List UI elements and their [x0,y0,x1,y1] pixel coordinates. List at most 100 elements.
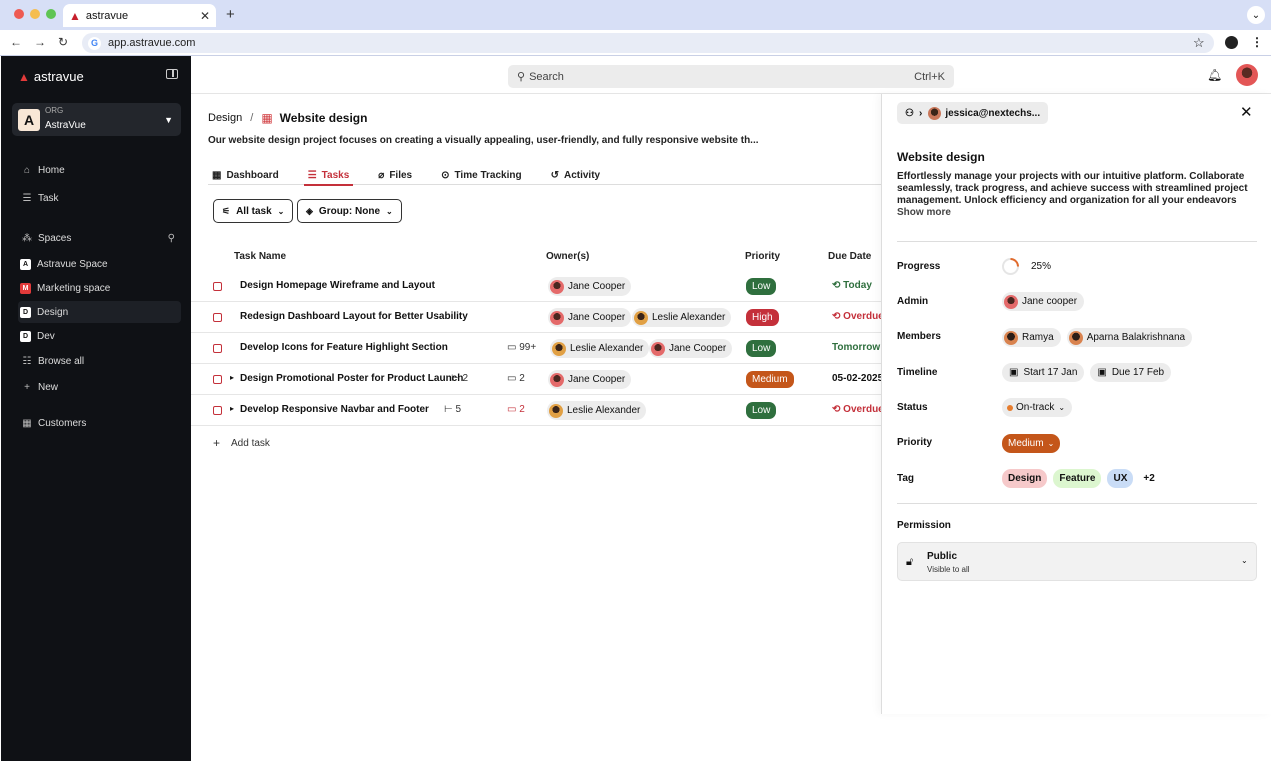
browser-tab[interactable]: ▲ astravue ✕ [63,4,216,27]
task-name[interactable]: Develop Icons for Feature Highlight Sect… [240,342,448,353]
sidebar-item-design[interactable]: D Design [18,301,181,323]
plus-icon: + [24,381,30,393]
admin-chip[interactable]: Jane cooper [1002,292,1085,311]
status-dropdown[interactable]: On-track ⌄ [1002,398,1073,417]
due-text: 05-02-2025 [832,373,884,384]
timeline-start-chip[interactable]: ▣ Start 17 Jan [1002,363,1085,382]
tag-ux[interactable]: UX [1107,469,1134,488]
priority-dropdown[interactable]: Medium ⌄ [1002,434,1061,453]
permission-dropdown[interactable]: 🔓︎ Public Visible to all ⌄ [897,542,1257,581]
sidebar-item-browse-all[interactable]: ☷ Browse all [18,350,181,372]
tags-more[interactable]: +2 [1143,473,1154,484]
owner-chip[interactable]: Leslie Alexander [547,401,647,420]
back-icon[interactable]: ← [10,35,22,49]
task-checkbox[interactable] [213,282,222,291]
sidebar-spaces-header[interactable]: ⁂ Spaces ⚲ [18,227,181,249]
priority-badge[interactable]: Low [746,278,777,295]
task-checkbox[interactable] [213,344,222,353]
table-row[interactable]: Develop Icons for Feature Highlight Sect… [191,333,881,364]
search-spaces-icon[interactable]: ⚲ [168,233,175,244]
member-chip[interactable]: Aparna Balakrishnana [1066,328,1193,347]
tag-design[interactable]: Design [1002,469,1048,488]
owner-chip[interactable]: Jane Cooper [649,339,733,358]
sidebar-item-astravue-space[interactable]: A Astravue Space [18,253,181,275]
window-controls [14,9,56,19]
sidebar-item-marketing-space[interactable]: M Marketing space [18,277,181,299]
minimize-window-button[interactable] [30,9,40,19]
task-checkbox[interactable] [213,313,222,322]
due-date: ⟲ Today [832,280,872,291]
priority-badge[interactable]: Low [746,340,777,357]
column-header-priority[interactable]: Priority [745,251,780,262]
bookmark-star-icon[interactable]: ☆ [1193,35,1205,51]
owner-chip[interactable]: Jane Cooper [548,308,632,327]
close-icon[interactable]: ✕ [1240,103,1253,121]
expand-icon[interactable]: ▸ [230,373,234,382]
priority-badge[interactable]: Medium [746,371,794,388]
owner-chip[interactable]: Leslie Alexander [550,339,650,358]
column-header-task-name[interactable]: Task Name [234,251,286,262]
org-switcher[interactable]: A ORG AstraVue ▼ [12,103,181,136]
task-checkbox[interactable] [213,375,222,384]
expand-icon[interactable]: ▸ [230,404,234,413]
tab-time-tracking[interactable]: ⊙ Time Tracking [437,166,525,185]
forward-icon[interactable]: → [34,35,46,49]
subtask-count[interactable]: ⊢ 2 [451,373,468,384]
sidebar-item-customers[interactable]: ▦ Customers [18,412,181,434]
owner-chip[interactable]: Jane Cooper [548,370,632,389]
maximize-window-button[interactable] [46,9,56,19]
owner-chip[interactable]: Leslie Alexander [632,308,732,327]
brand[interactable]: ▲ astravue [18,69,84,84]
tag-feature[interactable]: Feature [1053,469,1102,488]
close-window-button[interactable] [14,9,24,19]
priority-badge[interactable]: High [746,309,779,326]
browser-menu-icon[interactable]: ⋮ [1251,35,1263,49]
sidebar-item-label: Astravue Space [37,258,108,270]
member-chip[interactable]: Ramya [1002,328,1061,347]
group-filter[interactable]: ◈ Group: None ⌄ [297,199,402,223]
task-name[interactable]: Design Promotional Poster for Product La… [240,373,463,384]
close-tab-icon[interactable]: ✕ [200,9,210,23]
task-checkbox[interactable] [213,406,222,415]
reload-icon[interactable]: ↻ [58,35,68,49]
table-row[interactable]: ▸ Design Promotional Poster for Product … [191,364,884,395]
timeline-due-chip[interactable]: ▣ Due 17 Feb [1090,363,1172,382]
collapse-sidebar-icon[interactable] [166,69,178,79]
tab-tasks[interactable]: ☰ Tasks [303,166,354,186]
address-bar[interactable]: G app.astravue.com [82,33,1214,53]
table-row[interactable]: ▸ Develop Responsive Navbar and Footer ⊢… [191,395,884,426]
sidebar-item-home[interactable]: ⌂ Home [18,159,181,181]
notification-bell-icon[interactable]: 🔔︎ [1207,68,1222,82]
comment-count[interactable]: ▭ 2 [507,404,525,415]
divider [897,241,1257,242]
owner-chip[interactable]: Jane Cooper [548,277,632,296]
comment-count[interactable]: ▭ 2 [507,373,525,384]
column-header-due-date[interactable]: Due Date [828,251,871,262]
breadcrumb-parent[interactable]: Design [208,112,242,124]
browser-profile-icon[interactable] [1225,36,1238,49]
tab-list-chevron-icon[interactable]: ⌄ [1247,6,1265,24]
sidebar-item-label: Browse all [38,355,85,367]
search-input[interactable]: ⚲ Search Ctrl+K [508,65,954,88]
priority-badge[interactable]: Low [746,402,777,419]
column-header-owners[interactable]: Owner(s) [546,251,589,262]
tab-activity[interactable]: ↺ Activity [547,166,605,185]
tab-files[interactable]: ⌀ Files [374,166,416,185]
tab-dashboard[interactable]: ▦ Dashboard [208,166,283,185]
task-name[interactable]: Redesign Dashboard Layout for Better Usa… [240,311,468,322]
sidebar-item-task[interactable]: ☰ Task [18,187,181,209]
comment-count[interactable]: ▭ 99+ [507,342,536,353]
task-name[interactable]: Design Homepage Wireframe and Layout [240,280,435,291]
table-row[interactable]: Design Homepage Wireframe and Layout Jan… [191,271,881,302]
sidebar-item-new[interactable]: + New [18,376,181,398]
task-name[interactable]: Develop Responsive Navbar and Footer [240,404,429,415]
table-row[interactable]: Redesign Dashboard Layout for Better Usa… [191,302,884,333]
add-task-button[interactable]: + Add task [213,436,270,450]
show-more-link[interactable]: Show more [897,207,951,218]
sidebar-item-dev[interactable]: D Dev [18,325,181,347]
new-tab-button[interactable]: + [226,6,235,23]
all-task-filter[interactable]: ⚟ All task ⌄ [213,199,294,223]
panel-user-breadcrumb[interactable]: ⚇ › jessica@nextechs... [897,102,1049,124]
subtask-count[interactable]: ⊢ 5 [444,404,461,415]
user-avatar[interactable] [1236,64,1258,86]
